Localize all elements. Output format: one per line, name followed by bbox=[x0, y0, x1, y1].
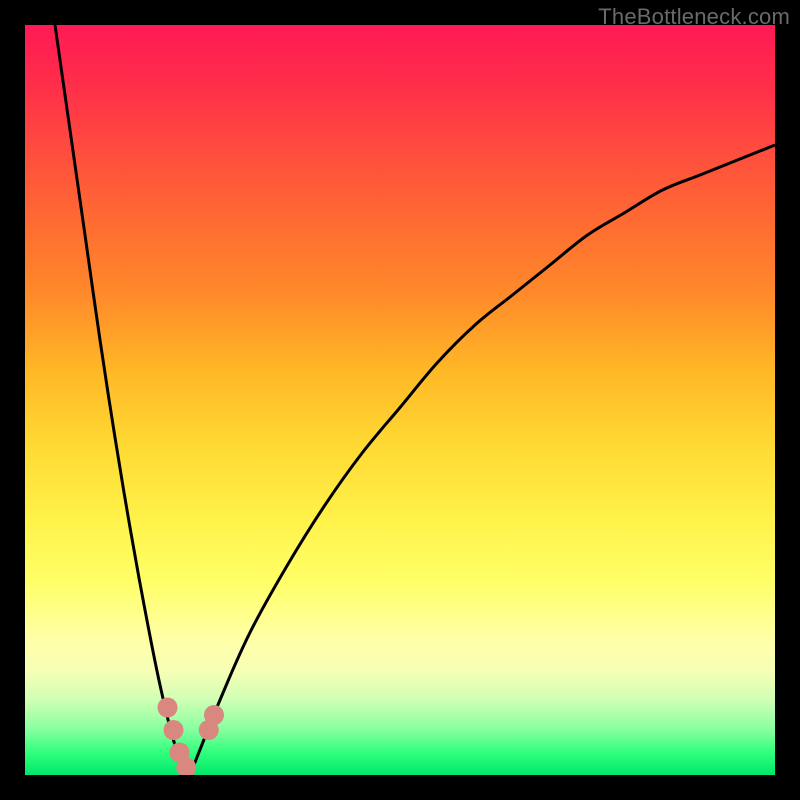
highlight-marker bbox=[204, 705, 224, 725]
highlight-markers bbox=[158, 698, 225, 776]
chart-root: TheBottleneck.com bbox=[0, 0, 800, 800]
curve-right-branch bbox=[190, 145, 775, 775]
plot-area bbox=[25, 25, 775, 775]
attribution-label: TheBottleneck.com bbox=[598, 4, 790, 30]
chart-svg bbox=[25, 25, 775, 775]
curve-left-branch bbox=[55, 25, 190, 775]
highlight-marker bbox=[164, 720, 184, 740]
highlight-marker bbox=[158, 698, 178, 718]
